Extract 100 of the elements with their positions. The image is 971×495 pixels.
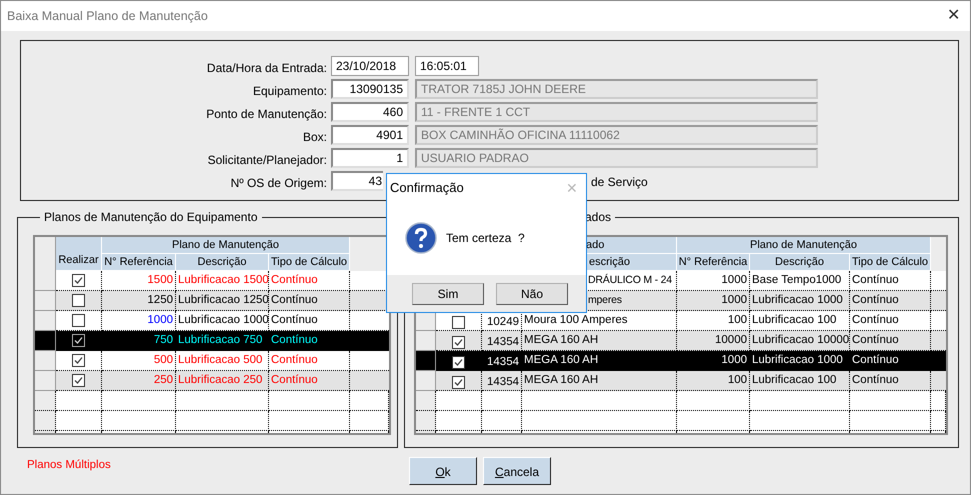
header-filler <box>931 237 946 271</box>
checkbox[interactable] <box>72 274 85 287</box>
field-label: Equipamento: <box>252 83 328 100</box>
field-label: Box: <box>302 129 328 146</box>
checkbox[interactable] <box>72 334 85 347</box>
table-cell: Base Tempo1000 <box>750 271 850 291</box>
dialog-button[interactable]: Não <box>496 282 568 304</box>
table-cell: Lubrificacao 500 <box>176 351 269 371</box>
checkbox[interactable] <box>72 314 85 327</box>
header-corner <box>35 237 56 271</box>
table-cell: 1000 <box>677 271 750 291</box>
column-header: Plano de Manutenção <box>102 237 350 254</box>
field-label: de Serviço <box>591 174 648 191</box>
row-header[interactable] <box>35 391 56 411</box>
table-cell: MEGA 160 AH <box>522 351 677 371</box>
action-button[interactable]: Ok <box>409 457 477 485</box>
checkbox[interactable] <box>72 294 85 307</box>
dialog-button[interactable]: Sim <box>412 282 484 304</box>
description-field: BOX CAMINHÃO OFICINA 11110062 <box>415 125 818 145</box>
code-field[interactable]: 13090135 <box>331 79 409 99</box>
table-cell: Lubrificacao 750 <box>176 331 269 351</box>
table-cell: MEGA 160 AH <box>522 371 677 391</box>
date-field[interactable]: 23/10/2018 <box>331 56 409 76</box>
table-cell: 1000 <box>102 311 176 331</box>
table-cell: Contínuo <box>850 371 931 391</box>
field-label: Solicitante/Planejador: <box>206 152 328 169</box>
table-cell: 1500 <box>102 271 176 291</box>
header-filler <box>350 237 389 271</box>
question-icon <box>405 222 437 254</box>
column-header: Tipo de Cálculo <box>269 254 350 271</box>
row-header[interactable] <box>416 351 436 371</box>
window-title: Baixa Manual Plano de Manutenção <box>7 8 208 25</box>
table-cell: 1250 <box>102 291 176 311</box>
field-label: Data/Hora da Entrada: <box>206 60 328 77</box>
column-header: Tipo de Cálculo <box>850 254 931 271</box>
table-cell: MEGA 160 AH <box>522 331 677 351</box>
column-header: Descrição <box>176 254 269 271</box>
table-cell: 250 <box>102 371 176 391</box>
group-title: Planos de Manutenção do Equipamento <box>40 210 262 224</box>
table-cell: Contínuo <box>269 331 350 351</box>
code-field[interactable]: 1 <box>331 148 409 168</box>
table-cell: Lubrificacao 100 <box>750 311 850 331</box>
table-cell: Lubrificacao 250 <box>176 371 269 391</box>
table-cell: Contínuo <box>850 351 931 371</box>
checkbox[interactable] <box>452 316 465 329</box>
table-cell: 10249 <box>482 311 522 331</box>
note-text: Planos Múltiplos <box>27 458 111 473</box>
table-cell: Moura 100 Amperes <box>522 311 677 331</box>
table-cell: 10000 <box>677 331 750 351</box>
table-cell: Lubrificacao 1000 <box>750 351 850 371</box>
description-field: TRATOR 7185J JOHN DEERE <box>415 79 818 99</box>
column-header: N° Referência <box>102 254 176 271</box>
table-cell: Lubrificacao 1250 <box>176 291 269 311</box>
row-header[interactable] <box>35 411 56 431</box>
table-cell: 100 <box>677 311 750 331</box>
table-cell: 500 <box>102 351 176 371</box>
table-cell: Contínuo <box>269 271 350 291</box>
row-header[interactable] <box>35 331 56 351</box>
table-cell: 750 <box>102 331 176 351</box>
checkbox[interactable] <box>72 354 85 367</box>
field-label: Ponto de Manutenção: <box>205 106 328 123</box>
table-cell: Contínuo <box>850 311 931 331</box>
row-header[interactable] <box>416 391 436 411</box>
action-button[interactable]: Cancela <box>483 457 551 485</box>
table-cell: Contínuo <box>850 271 931 291</box>
table-cell: 14354 <box>482 331 522 351</box>
dialog-title: Confirmação <box>390 178 464 197</box>
table-cell: Lubrificacao 100 <box>750 371 850 391</box>
code-field[interactable]: 4901 <box>331 125 409 145</box>
table-cell: 14354 <box>482 371 522 391</box>
row-header[interactable] <box>416 411 436 431</box>
column-header: N° Referência <box>677 254 750 271</box>
field-label: Nº OS de Origem: <box>230 175 328 192</box>
table-cell: 1000 <box>677 351 750 371</box>
column-header: Descrição <box>750 254 850 271</box>
description-field: 11 - FRENTE 1 CCT <box>415 102 818 122</box>
table-cell: Contínuo <box>850 291 931 311</box>
close-button[interactable]: ✕ <box>947 8 960 24</box>
table-cell: 14354 <box>482 351 522 371</box>
table-cell: Contínuo <box>269 311 350 331</box>
os-field[interactable]: 43 <box>331 171 383 191</box>
column-header: Plano de Manutenção <box>677 237 931 254</box>
column-header: Realizar <box>56 237 102 271</box>
table-cell: Contínuo <box>269 371 350 391</box>
table-cell: Contínuo <box>269 291 350 311</box>
table-cell: Contínuo <box>850 331 931 351</box>
checkbox[interactable] <box>452 376 465 389</box>
checkbox[interactable] <box>72 374 85 387</box>
table-cell: Contínuo <box>269 351 350 371</box>
table-cell: Lubrificacao 1000 <box>750 291 850 311</box>
table-cell: 100 <box>677 371 750 391</box>
table-cell: Lubrificacao 10000 <box>750 331 850 351</box>
description-field: USUARIO PADRAO <box>415 148 818 168</box>
time-field[interactable]: 16:05:01 <box>415 56 479 76</box>
table-cell: Lubrificacao 1500 <box>176 271 269 291</box>
table-cell: 1000 <box>677 291 750 311</box>
table-cell: Lubrificacao 1000 <box>176 311 269 331</box>
checkbox[interactable] <box>452 356 465 369</box>
checkbox[interactable] <box>452 336 465 349</box>
code-field[interactable]: 460 <box>331 102 409 122</box>
